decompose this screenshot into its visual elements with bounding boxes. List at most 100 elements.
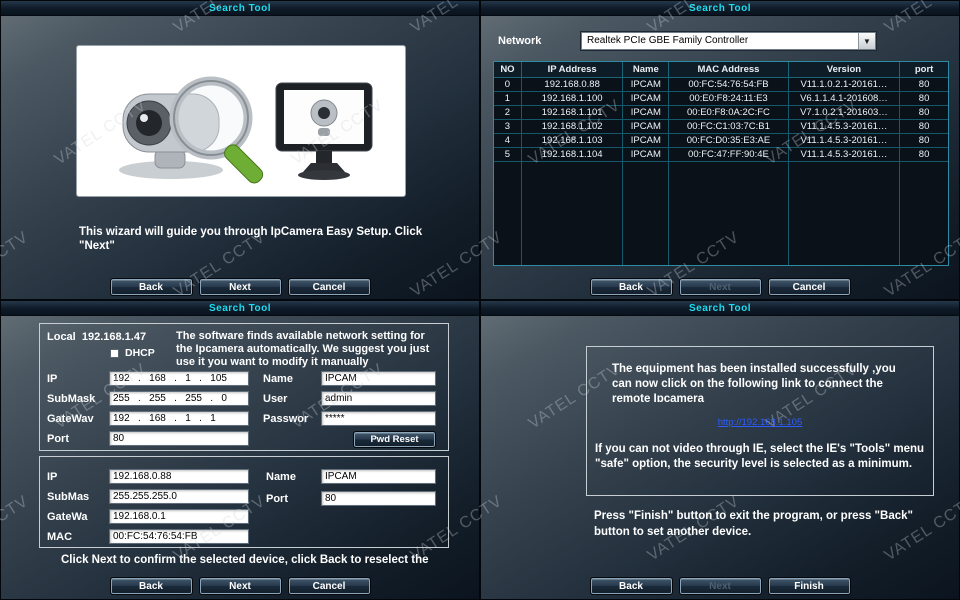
device-table-cell: 80: [918, 121, 930, 132]
gateway-label: GateWa: [47, 511, 88, 523]
device-table-cell: 192.168.1.100: [522, 92, 624, 105]
mac-label: MAC: [47, 531, 73, 543]
wizard-description: This wizard will guide you through IpCam…: [79, 226, 423, 252]
name-label: Name: [263, 373, 293, 385]
device-table-cell: IPCAM: [623, 106, 670, 119]
ip-input[interactable]: [109, 469, 249, 484]
pwd-reset-button[interactable]: Pwd Reset: [353, 431, 436, 448]
search-button-row: Back Next Cancel: [481, 278, 959, 296]
device-table-row[interactable]: 3 192.168.1.102 IPCAM 00:FC:C1:03:7C:B1 V11.…: [494, 120, 948, 134]
device-table-cell: 80: [918, 149, 930, 160]
device-table-cell: 0: [494, 78, 522, 91]
device-table-cell: 5: [494, 148, 522, 161]
mac-input[interactable]: [109, 529, 249, 544]
device-table-cell: IPCAM: [623, 92, 670, 105]
device-table-cell: 2: [494, 106, 522, 119]
device-table-cell: 192.168.1.101: [522, 106, 624, 119]
submask-label: SubMas: [47, 491, 90, 503]
wizard-intro-panel: Search Tool This wizard will guide you t…: [0, 0, 480, 300]
ie-note: If you can not video through IE, select …: [595, 443, 925, 470]
next-button[interactable]: Next: [678, 278, 762, 296]
next-button[interactable]: Next: [198, 278, 282, 296]
config-button-row: Back Next Cancel: [1, 577, 479, 595]
port-input[interactable]: [321, 491, 436, 506]
password-input[interactable]: [321, 411, 436, 426]
window-title: Search Tool: [209, 302, 271, 314]
finish-button[interactable]: Finish: [767, 577, 851, 595]
finish-panel: Search Tool The equipment has been insta…: [480, 300, 960, 600]
title-bar: Search Tool: [481, 1, 959, 16]
gateway-input[interactable]: [109, 411, 249, 426]
name-input[interactable]: [321, 371, 436, 386]
port-input[interactable]: [109, 431, 249, 446]
device-link[interactable]: http://192.168.1.105: [587, 417, 933, 428]
device-table-cell: V11.1.4.5.3-20161…: [789, 148, 901, 161]
device-table-row[interactable]: 1 192.168.1.100 IPCAM 00:E0:F8:24:11:E3 V6.1…: [494, 92, 948, 106]
device-table-row[interactable]: 0 192.168.0.88 IPCAM 00:FC:54:76:54:FB V11.1…: [494, 78, 948, 92]
column-header: Version: [789, 62, 901, 77]
cancel-button[interactable]: Cancel: [287, 278, 371, 296]
device-table-cell: 3: [494, 120, 522, 133]
device-table-cell: IPCAM: [623, 148, 670, 161]
device-table: NO IP Address Name MAC Address Version p…: [493, 61, 949, 266]
local-ip-label: Local 192.168.1.47: [47, 331, 147, 343]
device-table-cell: 80: [918, 79, 930, 90]
device-table-cell: 80: [918, 135, 930, 146]
device-table-row[interactable]: 2 192.168.1.101 IPCAM 00:E0:F8:0A:2C:FC V7.1…: [494, 106, 948, 120]
back-button[interactable]: Back: [589, 278, 673, 296]
cancel-button[interactable]: Cancel: [767, 278, 851, 296]
device-table-cell: 192.168.1.102: [522, 120, 624, 133]
name-input[interactable]: [321, 469, 436, 484]
port-label: Port: [47, 433, 69, 445]
back-button[interactable]: Back: [109, 577, 193, 595]
window-title: Search Tool: [689, 2, 751, 14]
camera-search-icon: [119, 76, 264, 184]
device-table-cell: 192.168.1.104: [522, 148, 624, 161]
device-table-cell: V11.1.0.2.1-20161…: [789, 78, 901, 91]
device-table-cell: 00:FC:D0:35:E3:AE: [669, 134, 789, 147]
device-table-cell: IPCAM: [623, 78, 670, 91]
submask-input[interactable]: [109, 489, 249, 504]
device-table-cell: V7.1.0.2.1-201603…: [789, 106, 901, 119]
config-footer-note: Click Next to confirm the selected devic…: [61, 554, 429, 566]
column-header: MAC Address: [669, 62, 789, 77]
device-table-cell: V11.1.4.5.3-20161…: [789, 134, 901, 147]
app: Search Tool This wizard will guide you t…: [0, 0, 960, 600]
exit-note: Press "Finish" button to exit the progra…: [594, 510, 913, 538]
user-label: User: [263, 393, 288, 405]
success-text: The equipment has been installed success…: [612, 363, 896, 402]
title-bar: Search Tool: [1, 301, 479, 316]
cancel-button[interactable]: Cancel: [287, 577, 371, 595]
device-table-cell: IPCAM: [623, 120, 670, 133]
network-config-panel: Search Tool Local 192.168.1.47 DHCP The …: [0, 300, 480, 600]
ip-input[interactable]: [109, 371, 249, 386]
device-table-cell: 00:E0:F8:24:11:E3: [669, 92, 789, 105]
device-table-cell: 192.168.1.103: [522, 134, 624, 147]
ip-label: IP: [47, 373, 58, 385]
next-button[interactable]: Next: [198, 577, 282, 595]
window-title: Search Tool: [689, 302, 751, 314]
submask-input[interactable]: [109, 391, 249, 406]
finish-message-box: The equipment has been installed success…: [586, 346, 934, 496]
device-table-cell: 00:FC:54:76:54:FB: [669, 78, 789, 91]
title-bar: Search Tool: [481, 301, 959, 316]
gateway-label: GateWav: [47, 413, 94, 425]
device-table-row[interactable]: 5 192.168.1.104 IPCAM 00:FC:47:FF:90:4E V11.…: [494, 148, 948, 162]
dhcp-checkbox[interactable]: [110, 349, 119, 358]
device-table-cell: 00:FC:47:FF:90:4E: [669, 148, 789, 161]
column-header: port: [914, 64, 934, 75]
back-button[interactable]: Back: [109, 278, 193, 296]
network-select[interactable]: Realtek PCIe GBE Family Controller ▼: [580, 31, 877, 51]
device-table-row[interactable]: 4 192.168.1.103 IPCAM 00:FC:D0:35:E3:AE V11.…: [494, 134, 948, 148]
column-header: NO: [494, 62, 522, 77]
device-table-cell: 80: [918, 93, 930, 104]
dropdown-arrow-icon[interactable]: ▼: [858, 33, 875, 49]
next-button[interactable]: Next: [678, 577, 762, 595]
monitor-icon: [275, 82, 373, 180]
device-table-cell: 80: [918, 107, 930, 118]
device-table-cell: IPCAM: [623, 134, 670, 147]
user-input[interactable]: [321, 391, 436, 406]
back-button[interactable]: Back: [589, 577, 673, 595]
device-table-header: NO IP Address Name MAC Address Version p…: [494, 62, 948, 78]
gateway-input[interactable]: [109, 509, 249, 524]
